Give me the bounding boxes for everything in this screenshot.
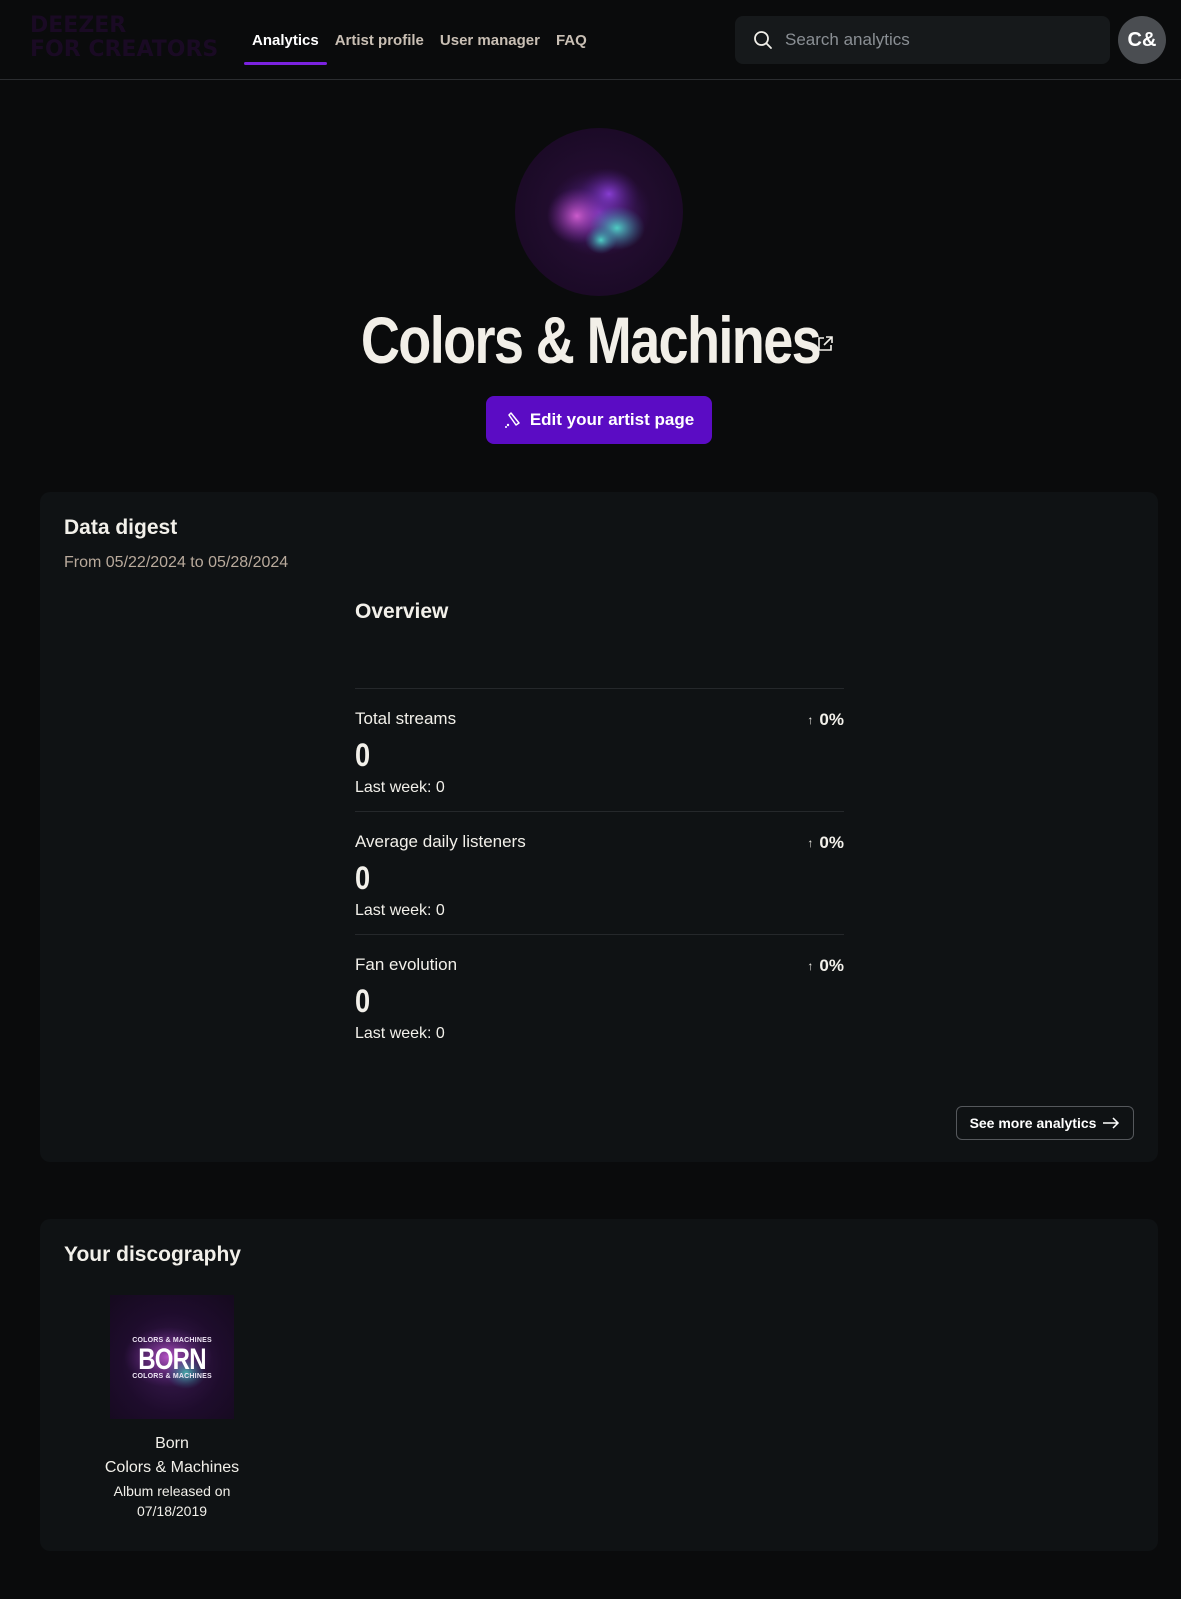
metric-total-streams: Total streams ↑ 0% 0 Last week: 0 [355,688,844,811]
metric-value: 0 [355,737,371,773]
album-title[interactable]: Born [92,1435,252,1453]
album-item[interactable]: COLORS & MACHINES BORN COLORS & MACHINES… [92,1295,252,1521]
metric-label: Fan evolution [355,955,458,974]
top-bar: DEEZER FOR CREATORS Analytics Artist pro… [0,0,1181,80]
metric-value: 0 [355,860,371,896]
search-box[interactable] [735,16,1110,64]
metric-fan-evolution: Fan evolution ↑ 0% 0 Last week: 0 [355,934,844,1057]
arrow-up-icon: ↑ [807,713,814,727]
metric-label: Total streams [355,709,457,728]
nav-user-manager[interactable]: User manager [432,0,548,80]
metric-last-week: Last week: 0 [355,1025,445,1042]
nav-artist-profile[interactable]: Artist profile [327,0,432,80]
metric-change-value: 0% [819,710,844,729]
metric-change: ↑ 0% [807,710,844,730]
album-cover-artist-bottom: COLORS & MACHINES [132,1373,212,1380]
external-link-icon[interactable] [816,335,834,353]
overview-panel: Overview Total streams ↑ 0% 0 Last week:… [355,600,844,1057]
metric-change-value: 0% [819,956,844,975]
discography-card: Your discography COLORS & MACHINES BORN … [40,1219,1158,1551]
see-more-analytics-button[interactable]: See more analytics [956,1106,1134,1140]
album-release-info: Album released on 07/18/2019 [92,1481,252,1521]
metric-value: 0 [355,983,371,1019]
album-artist: Colors & Machines [104,1459,240,1476]
nav-faq[interactable]: FAQ [548,0,595,80]
data-digest-card: Data digest From 05/22/2024 to 05/28/202… [40,492,1158,1162]
deezer-for-creators-logo[interactable]: DEEZER FOR CREATORS [30,14,218,66]
metric-label: Average daily listeners [355,832,526,851]
album-cover[interactable]: COLORS & MACHINES BORN COLORS & MACHINES [110,1295,234,1419]
main-nav: Analytics Artist profile User manager FA… [244,0,595,80]
arrow-up-icon: ↑ [807,836,814,850]
arrow-up-icon: ↑ [807,959,814,973]
arrow-right-icon [1103,1117,1120,1129]
metric-average-daily-listeners: Average daily listeners ↑ 0% 0 Last week… [355,811,844,934]
data-digest-title: Data digest [64,516,178,539]
edit-artist-page-button[interactable]: Edit your artist page [486,396,712,444]
artist-name: Colors & Machines [360,303,822,377]
metric-change: ↑ 0% [807,956,844,976]
artist-photo [515,128,683,296]
nav-analytics[interactable]: Analytics [244,0,327,80]
search-icon [754,31,772,49]
album-cover-title: BORN [138,1343,206,1376]
see-more-analytics-label: See more analytics [969,1115,1097,1131]
pen-icon [504,412,520,428]
smoke-cloud-image [547,168,651,256]
metric-change: ↑ 0% [807,833,844,853]
metric-last-week: Last week: 0 [355,902,445,919]
user-avatar[interactable]: C& [1118,16,1166,64]
date-range: From 05/22/2024 to 05/28/2024 [64,554,289,571]
album-release-label: Album released on [113,1483,231,1499]
overview-title: Overview [355,600,449,623]
metric-last-week: Last week: 0 [355,779,445,796]
edit-artist-page-label: Edit your artist page [529,410,695,429]
album-release-date: 07/18/2019 [136,1503,208,1519]
search-input[interactable] [785,30,1100,50]
discography-title: Your discography [64,1243,241,1266]
metric-change-value: 0% [819,833,844,852]
